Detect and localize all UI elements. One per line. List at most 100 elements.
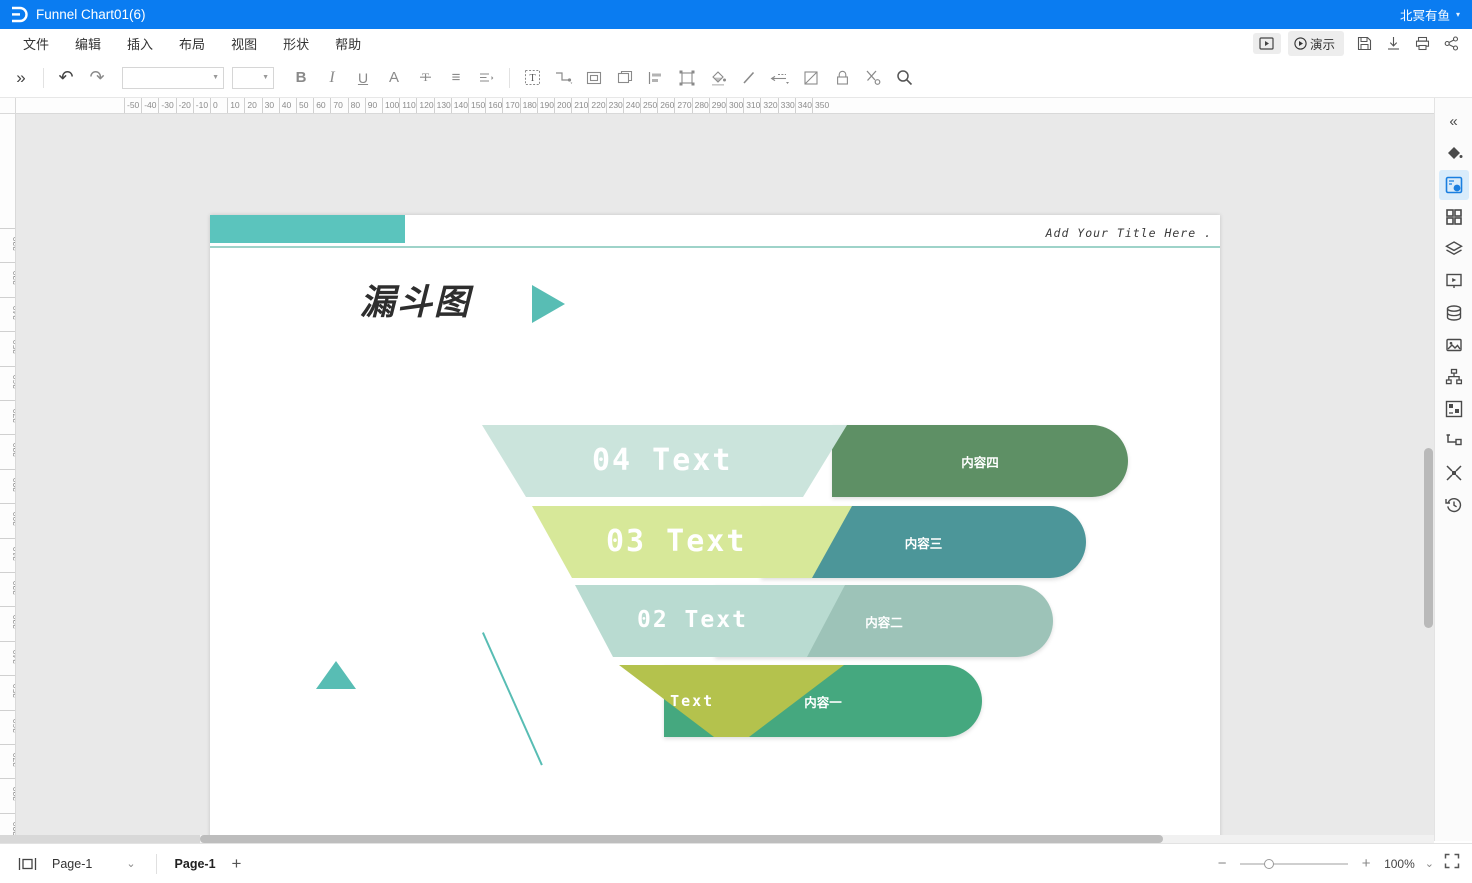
add-page-button[interactable]: +: [224, 854, 250, 874]
menu-layout[interactable]: 布局: [166, 30, 218, 57]
font-size-select[interactable]: ▼: [232, 66, 274, 89]
align-objects-button[interactable]: [641, 64, 671, 92]
menu-insert[interactable]: 插入: [114, 30, 166, 57]
org-chart-icon[interactable]: [1439, 362, 1469, 392]
ruler-tick: 350: [812, 98, 829, 113]
menu-view[interactable]: 视图: [218, 30, 270, 57]
group-button[interactable]: [672, 64, 702, 92]
view-mode-button[interactable]: [12, 850, 42, 878]
zoom-slider[interactable]: [1240, 858, 1349, 869]
italic-button[interactable]: I: [317, 64, 347, 92]
tools-button[interactable]: [858, 64, 888, 92]
align-button[interactable]: ≡: [441, 64, 471, 92]
user-menu[interactable]: 北冥有鱼 ▾: [1400, 0, 1460, 29]
funnel-stage-label: 02 Text: [637, 607, 748, 633]
flowchart-icon[interactable]: [1439, 426, 1469, 456]
funnel-stage-trapezoid[interactable]: 04 Text: [482, 425, 847, 497]
line-spacing-button[interactable]: [472, 64, 502, 92]
funnel-stage-trapezoid[interactable]: 03 Text: [532, 506, 852, 578]
funnel-stage-bar[interactable]: 内容四: [832, 425, 1128, 497]
font-family-select[interactable]: ▼: [122, 66, 224, 89]
strikethrough-icon: T: [419, 70, 431, 84]
ruler-tick: 230: [605, 98, 623, 113]
fullscreen-button[interactable]: [1444, 853, 1460, 874]
slideshow-button[interactable]: [1252, 33, 1281, 54]
menu-shape[interactable]: 形状: [270, 30, 322, 57]
shapes-library-icon[interactable]: [1439, 394, 1469, 424]
canvas-vertical-scrollbar[interactable]: [1424, 448, 1433, 628]
ruler-tick: 250: [0, 331, 15, 365]
underline-button[interactable]: U: [348, 64, 378, 92]
vertical-ruler[interactable]: 220 230 240 250 260 270 280 290 300 310 320 330 340 3…: [0, 114, 16, 841]
lock-button[interactable]: [827, 64, 857, 92]
scrollbar-thumb[interactable]: [200, 835, 1163, 843]
chevron-down-icon[interactable]: ⌄: [1425, 857, 1434, 870]
funnel-stage[interactable]: 内容二 02 Text: [210, 585, 1220, 657]
shadow-button[interactable]: [796, 64, 826, 92]
ruler-tick: 280: [0, 434, 15, 468]
search-button[interactable]: [889, 64, 919, 92]
canvas-scroll-area[interactable]: Add Your Title Here . 漏斗图 Company/Date 内…: [16, 114, 1452, 841]
chevron-down-icon: ▾: [1455, 10, 1460, 19]
strikethrough-button[interactable]: T: [410, 64, 440, 92]
save-button[interactable]: [1351, 33, 1377, 55]
horizontal-ruler[interactable]: -50 -40 -30 -20 -10 0 10 20 30 40 50 60 70 80 90 100 110…: [0, 98, 1452, 114]
layers-icon[interactable]: [1439, 234, 1469, 264]
zoom-in-button[interactable]: +: [1358, 855, 1374, 872]
fill-bucket-icon[interactable]: [1439, 138, 1469, 168]
ruler-tick: 340: [0, 640, 15, 675]
toolbar-divider: [43, 67, 44, 88]
connector-button[interactable]: [548, 64, 578, 92]
page-selector[interactable]: Page-1 ⌄: [42, 857, 146, 871]
document-title[interactable]: Funnel Chart01(6): [36, 7, 146, 22]
redo-button[interactable]: ↷: [82, 64, 112, 92]
menu-edit[interactable]: 编辑: [62, 30, 114, 57]
history-icon[interactable]: [1439, 490, 1469, 520]
zoom-slider-handle[interactable]: [1264, 858, 1275, 869]
ruler-tick: 130: [433, 98, 451, 113]
ruler-tick: 350: [0, 675, 15, 709]
shape-button[interactable]: [579, 64, 609, 92]
ruler-tick: 310: [0, 537, 15, 572]
bold-button[interactable]: B: [286, 64, 316, 92]
expand-toolbar-button[interactable]: »: [6, 64, 36, 92]
menu-help[interactable]: 帮助: [322, 30, 374, 57]
print-button[interactable]: [1409, 33, 1435, 55]
status-bar-left: Page-1 ⌄ Page-1 +: [12, 850, 249, 878]
zoom-level-label[interactable]: 100%: [1384, 857, 1415, 871]
database-icon[interactable]: [1439, 298, 1469, 328]
image-icon[interactable]: [1439, 330, 1469, 360]
line-color-button[interactable]: [734, 64, 764, 92]
undo-button[interactable]: ↶: [51, 64, 81, 92]
pen-icon: [743, 71, 755, 84]
presentation-icon[interactable]: [1439, 266, 1469, 296]
group-icon: [679, 70, 695, 85]
ruler-tick: 150: [468, 98, 485, 113]
ruler-tick: 70: [330, 98, 343, 113]
search-icon: [896, 70, 912, 86]
funnel-stage-label: 04 Text: [592, 443, 733, 478]
menu-file[interactable]: 文件: [10, 30, 62, 57]
arrow-style-button[interactable]: [765, 64, 795, 92]
funnel-stage[interactable]: 内容四 04 Text: [210, 425, 1220, 497]
funnel-stage[interactable]: 内容一 01 Text: [210, 665, 1220, 737]
collapse-panel-icon[interactable]: «: [1439, 106, 1469, 136]
download-button[interactable]: [1380, 33, 1406, 55]
funnel-stage-trapezoid[interactable]: 02 Text: [575, 585, 845, 657]
fill-color-button[interactable]: [703, 64, 733, 92]
mindmap-icon[interactable]: [1439, 458, 1469, 488]
apps-grid-icon[interactable]: [1439, 202, 1469, 232]
share-button[interactable]: [1438, 33, 1464, 55]
ruler-tick: 300: [726, 98, 743, 113]
slide-page[interactable]: Add Your Title Here . 漏斗图 Company/Date 内…: [210, 215, 1220, 841]
duplicate-button[interactable]: [610, 64, 640, 92]
app-logo: [0, 5, 36, 24]
zoom-out-button[interactable]: −: [1214, 855, 1230, 872]
present-button[interactable]: 演示: [1287, 31, 1344, 56]
settings-panel-icon[interactable]: [1438, 170, 1469, 200]
canvas-horizontal-scrollbar[interactable]: [200, 835, 1434, 843]
funnel-stage[interactable]: 内容三 03 Text: [210, 506, 1220, 578]
text-box-button[interactable]: T: [517, 64, 547, 92]
font-color-button[interactable]: A: [379, 64, 409, 92]
page-tab-page-1[interactable]: Page-1: [167, 857, 224, 871]
